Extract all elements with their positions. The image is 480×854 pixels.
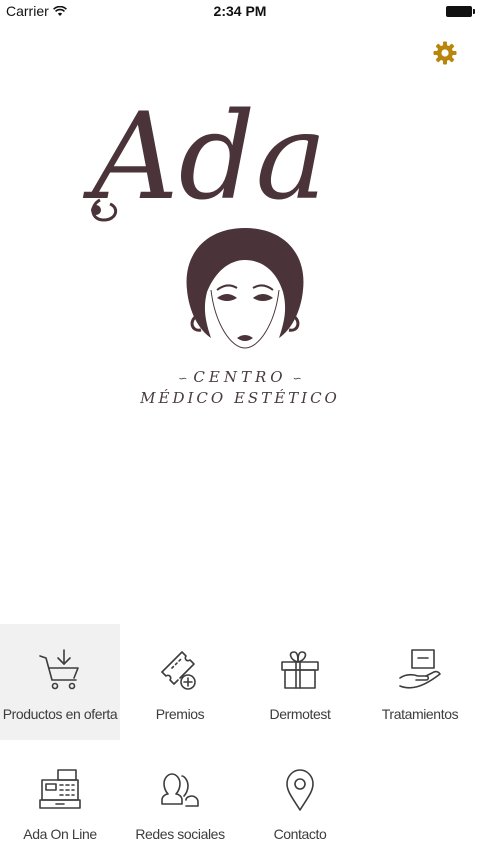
hand-box-icon (396, 646, 444, 694)
logo-wordmark-text: Ada (82, 88, 327, 227)
menu-item-label: Premios (155, 706, 205, 722)
menu-item-label: Contacto (273, 826, 327, 842)
logo-line1-text: CENTRO (193, 368, 287, 386)
menu-item-label: Tratamientos (381, 706, 459, 722)
menu-item-label: Ada On Line (23, 826, 97, 842)
menu-item-redes-sociales[interactable]: Redes sociales (120, 744, 240, 854)
menu-item-label: Dermotest (269, 706, 331, 722)
menu-item-label: Productos en oferta (2, 706, 118, 722)
logo-tagline-line1: ∽ CENTRO ∽ (80, 368, 400, 386)
settings-button[interactable] (430, 38, 460, 68)
menu-item-dermotest[interactable]: Dermotest (240, 624, 360, 740)
menu-item-contacto[interactable]: Contacto (240, 744, 360, 854)
status-bar: Carrier 2:34 PM (0, 0, 480, 24)
gear-icon (433, 41, 457, 65)
menu-item-ada-on-line[interactable]: Ada On Line (0, 744, 120, 854)
logo-wordmark: Ada (82, 88, 327, 227)
location-pin-icon (276, 766, 324, 814)
logo-tagline-line2: MÉDICO ESTÉTICO (140, 389, 340, 407)
gift-icon (276, 646, 324, 694)
ticket-icon (156, 646, 204, 694)
people-icon (156, 766, 204, 814)
menu-item-productos-en-oferta[interactable]: Productos en oferta (0, 624, 120, 740)
menu-item-label: Redes sociales (135, 826, 225, 842)
ornament-swirl-right: ∽ (292, 372, 302, 385)
main-menu: Productos en oferta Premios Dermotest Tr… (0, 624, 480, 854)
cash-register-icon (36, 766, 84, 814)
logo-face-illustration (186, 228, 304, 349)
menu-item-tratamientos[interactable]: Tratamientos (360, 624, 480, 740)
battery-icon (446, 6, 475, 17)
brand-logo: Ada ∽ CENTRO ∽ MÉDICO ESTÉTICO (80, 80, 410, 420)
cart-icon (36, 646, 84, 694)
ornament-swirl-left: ∽ (178, 372, 188, 385)
status-time: 2:34 PM (213, 3, 267, 19)
menu-item-premios[interactable]: Premios (120, 624, 240, 740)
